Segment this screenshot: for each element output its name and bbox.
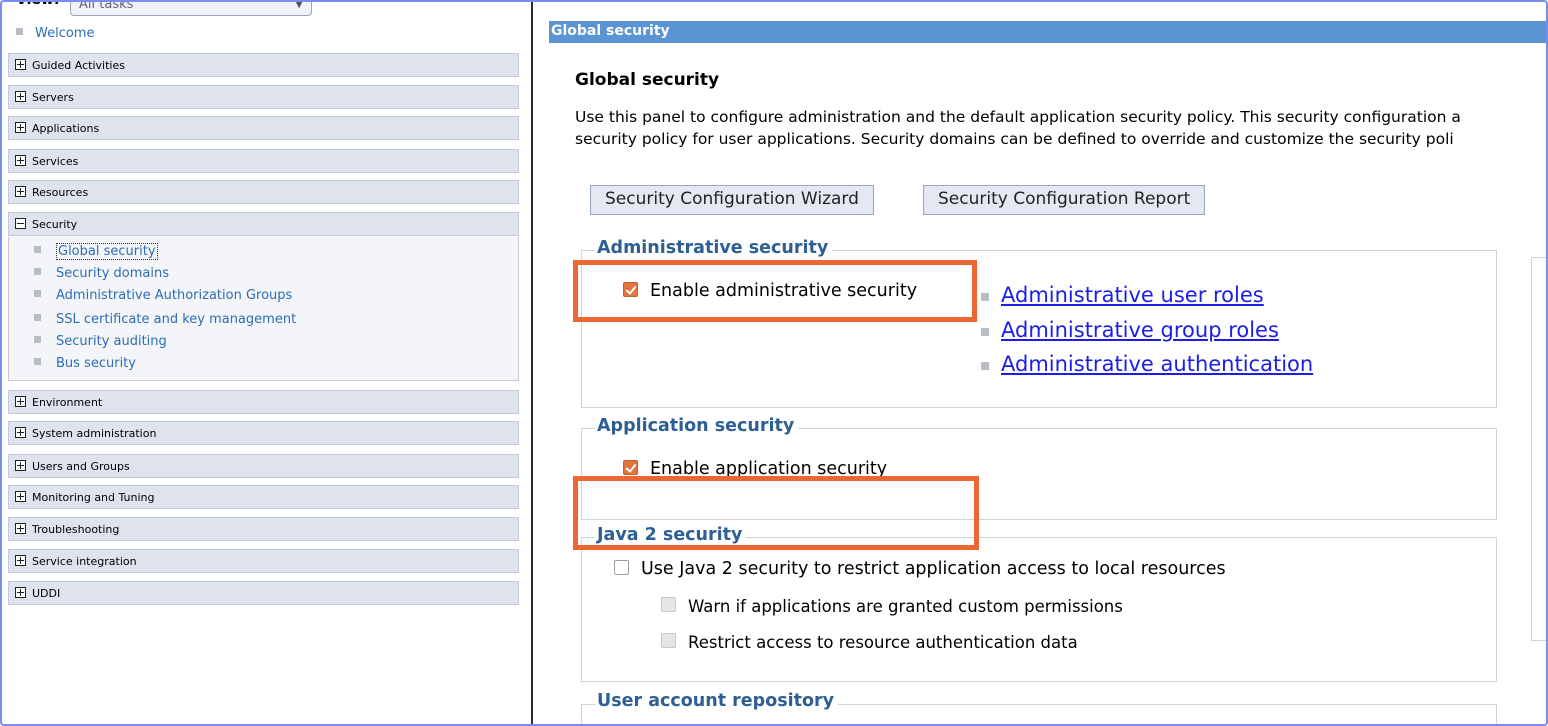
sidebar-item-admin-authorization-groups[interactable]: Administrative Authorization Groups: [34, 288, 292, 303]
nav-category-guided-activities[interactable]: Guided Activities: [8, 53, 519, 77]
sidebar-item-label: Global security: [56, 243, 158, 260]
nav-category-security[interactable]: Security: [8, 212, 519, 236]
security-report-button[interactable]: Security Configuration Report: [923, 185, 1206, 215]
nav-category-monitoring-and-tuning[interactable]: Monitoring and Tuning: [8, 485, 519, 509]
use-java2-security-label: Use Java 2 security to restrict applicat…: [641, 559, 1226, 579]
nav-welcome-label: Welcome: [35, 26, 95, 41]
nav-category-resources[interactable]: Resources: [8, 180, 519, 204]
sidebar-item-label: Bus security: [56, 356, 136, 371]
expand-icon[interactable]: [15, 460, 26, 471]
page-description: Use this panel to configure administrati…: [575, 106, 1546, 150]
nav-category-label: Applications: [32, 122, 100, 135]
right-panel-edge: [1531, 257, 1546, 641]
sidebar-item-ssl-certificate[interactable]: SSL certificate and key management: [34, 312, 296, 327]
sidebar-item-security-auditing[interactable]: Security auditing: [34, 334, 167, 349]
nav-category-troubleshooting[interactable]: Troubleshooting: [8, 517, 519, 541]
bullet-icon: [981, 293, 989, 301]
nav-category-label: Troubleshooting: [32, 523, 120, 536]
nav-category-label: Users and Groups: [32, 460, 130, 473]
expand-icon[interactable]: [15, 59, 26, 70]
expand-icon[interactable]: [15, 155, 26, 166]
highlight-box-app-security: [573, 476, 979, 550]
bullet-icon: [34, 290, 41, 297]
admin-user-roles-link[interactable]: Administrative user roles: [1001, 283, 1264, 307]
bullet-icon: [16, 28, 23, 35]
nav-category-label: Guided Activities: [32, 59, 125, 72]
expand-icon[interactable]: [15, 122, 26, 133]
content-title-bar: Global security: [549, 21, 1546, 43]
app-security-legend: Application security: [595, 416, 799, 436]
use-java2-security-checkbox[interactable]: [614, 560, 629, 575]
expand-icon[interactable]: [15, 91, 26, 102]
sidebar-item-label: Security domains: [56, 266, 169, 281]
description-line-1: Use this panel to configure administrati…: [575, 108, 1461, 126]
nav-category-label: Service integration: [32, 555, 137, 568]
admin-group-roles-link[interactable]: Administrative group roles: [1001, 318, 1279, 342]
expand-icon[interactable]: [15, 396, 26, 407]
expand-icon[interactable]: [15, 186, 26, 197]
warn-custom-permissions-label: Warn if applications are granted custom …: [688, 597, 1123, 616]
nav-category-applications[interactable]: Applications: [8, 116, 519, 140]
nav-category-uddi[interactable]: UDDI: [8, 581, 519, 605]
chevron-down-icon: ▼: [295, 0, 303, 10]
nav-category-label: Services: [32, 155, 79, 168]
bullet-icon: [981, 362, 989, 370]
sidebar-item-global-security[interactable]: Global security: [34, 243, 158, 260]
collapse-icon[interactable]: [15, 218, 26, 229]
sidebar-item-bus-security[interactable]: Bus security: [34, 356, 136, 371]
warn-custom-permissions-checkbox[interactable]: [661, 597, 676, 612]
restrict-resource-auth-label: Restrict access to resource authenticati…: [688, 633, 1078, 652]
highlight-box-admin-security: [573, 260, 977, 322]
view-select-value: All tasks: [79, 0, 134, 12]
panel-divider[interactable]: [531, 2, 533, 724]
admin-security-legend: Administrative security: [595, 238, 833, 258]
content-panel: Global security Global security Use this…: [535, 2, 1546, 724]
sidebar-item-label: Administrative Authorization Groups: [56, 288, 293, 303]
expand-icon[interactable]: [15, 427, 26, 438]
navigation-panel: View: All tasks ▼ Welcome Guided Activit…: [4, 0, 532, 724]
nav-category-label: UDDI: [32, 587, 61, 600]
expand-icon[interactable]: [15, 587, 26, 598]
view-label: View:: [16, 0, 60, 8]
nav-category-label: Monitoring and Tuning: [32, 491, 155, 504]
expand-icon[interactable]: [15, 523, 26, 534]
nav-category-label: System administration: [32, 427, 157, 440]
nav-category-servers[interactable]: Servers: [8, 85, 519, 109]
bullet-icon: [34, 268, 41, 275]
sidebar-item-security-domains[interactable]: Security domains: [34, 266, 169, 281]
nav-category-users-and-groups[interactable]: Users and Groups: [8, 454, 519, 478]
nav-category-environment[interactable]: Environment: [8, 390, 519, 414]
restrict-resource-auth-checkbox[interactable]: [661, 633, 676, 648]
enable-app-security-checkbox[interactable]: [623, 460, 638, 475]
nav-category-system-administration[interactable]: System administration: [8, 421, 519, 445]
nav-category-label: Environment: [32, 396, 103, 409]
page-title: Global security: [575, 70, 720, 90]
nav-category-label: Security: [32, 218, 78, 231]
expand-icon[interactable]: [15, 491, 26, 502]
nav-category-service-integration[interactable]: Service integration: [8, 549, 519, 573]
window-frame: View: All tasks ▼ Welcome Guided Activit…: [0, 0, 1548, 726]
nav-category-label: Resources: [32, 186, 89, 199]
nav-category-services[interactable]: Services: [8, 149, 519, 173]
sidebar-item-label: SSL certificate and key management: [56, 312, 297, 327]
expand-icon[interactable]: [15, 555, 26, 566]
security-wizard-button[interactable]: Security Configuration Wizard: [590, 185, 874, 215]
user-repo-legend: User account repository: [595, 691, 839, 711]
bullet-icon: [34, 358, 41, 365]
bullet-icon: [34, 246, 41, 253]
bullet-icon: [34, 336, 41, 343]
admin-authentication-link[interactable]: Administrative authentication: [1001, 352, 1313, 376]
view-select[interactable]: All tasks ▼: [70, 0, 312, 16]
bullet-icon: [34, 314, 41, 321]
sidebar-item-label: Security auditing: [56, 334, 167, 349]
bullet-icon: [981, 328, 989, 336]
nav-category-label: Servers: [32, 91, 74, 104]
nav-welcome-link[interactable]: Welcome: [16, 26, 94, 41]
description-line-2: security policy for user applications. S…: [575, 130, 1454, 148]
